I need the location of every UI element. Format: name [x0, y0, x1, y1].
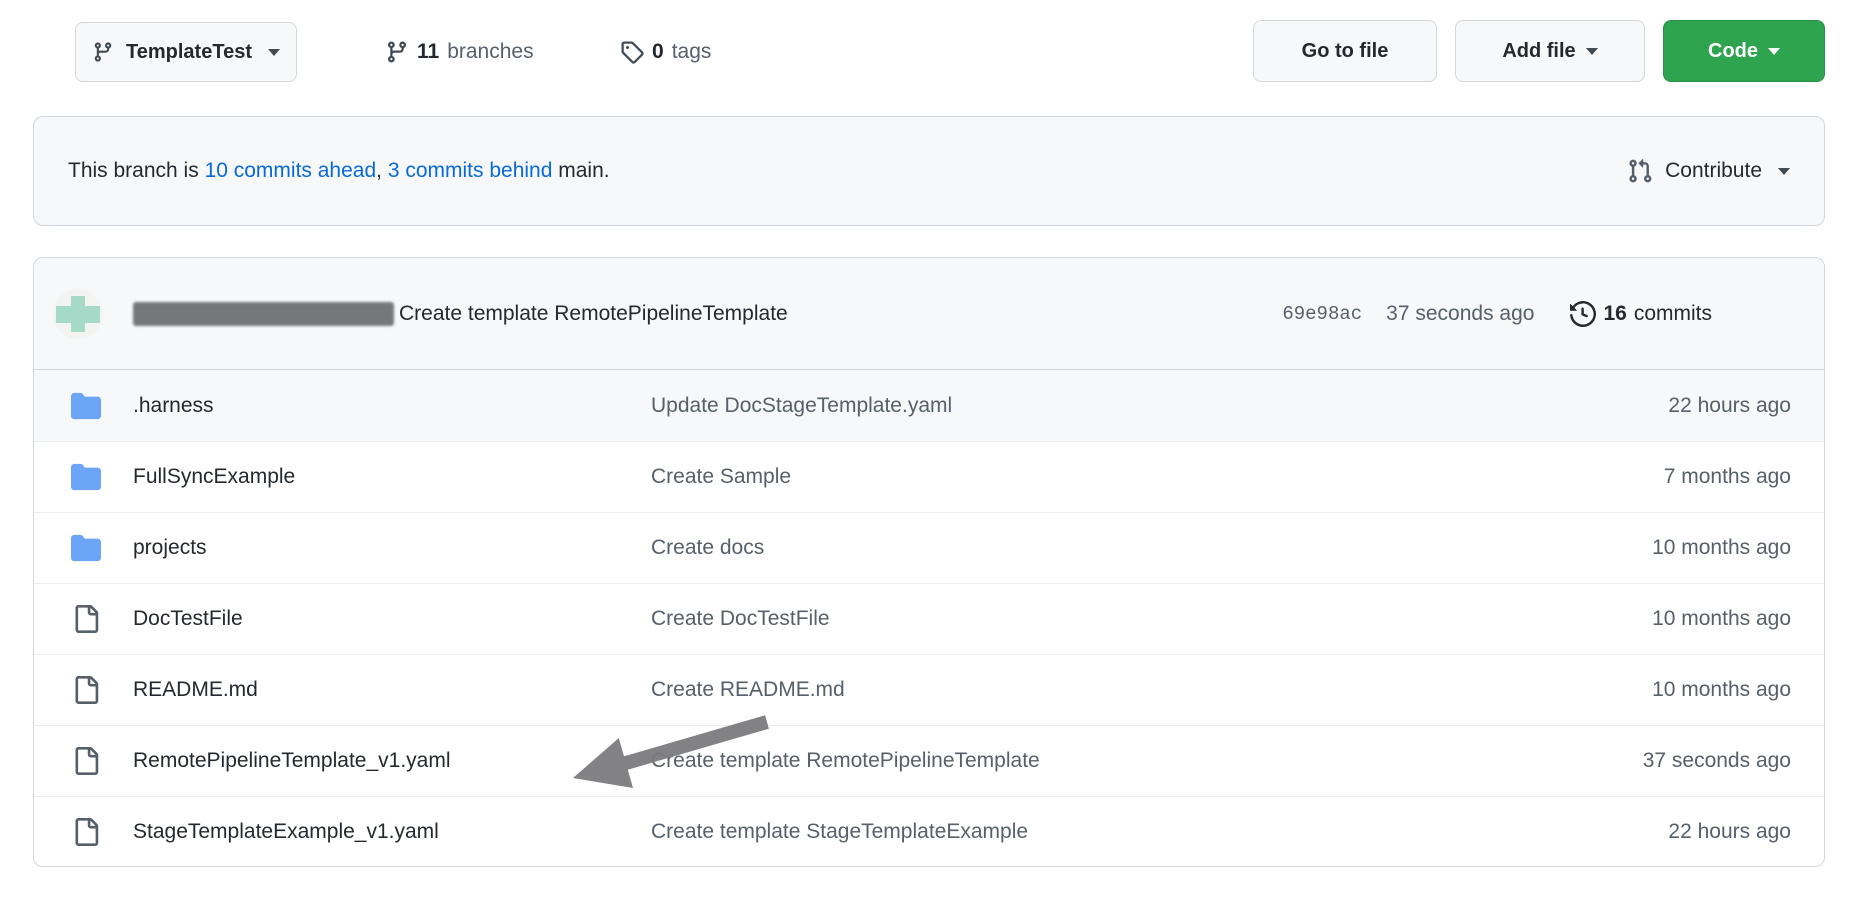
contribute-label: Contribute: [1665, 159, 1762, 183]
row-commit-message-link[interactable]: Create template RemotePipelineTemplate: [651, 749, 1040, 773]
git-pull-request-icon: [1627, 158, 1653, 184]
tags-link[interactable]: 0 tags: [620, 22, 711, 82]
branches-link[interactable]: 11 branches: [385, 22, 534, 82]
commits-ahead-link[interactable]: 10 commits ahead: [205, 159, 377, 182]
folder-icon: [71, 462, 101, 492]
row-commit-time-link[interactable]: 22 hours ago: [1668, 820, 1791, 844]
commit-count-label: commits: [1634, 302, 1712, 326]
chevron-down-icon: [1586, 48, 1598, 55]
tags-count: 0: [652, 40, 664, 64]
tags-label: tags: [672, 40, 712, 64]
branch-status-text: This branch is 10 commits ahead, 3 commi…: [68, 159, 610, 183]
table-row: .harness Update DocStageTemplate.yaml 22…: [34, 370, 1824, 441]
code-button[interactable]: Code: [1663, 20, 1825, 82]
repo-page: TemplateTest 11 branches 0 tags Go to fi…: [0, 0, 1860, 908]
file-name-link[interactable]: projects: [133, 536, 207, 560]
code-label: Code: [1708, 40, 1758, 63]
branch-selector-button[interactable]: TemplateTest: [75, 22, 297, 82]
row-commit-message-link[interactable]: Update DocStageTemplate.yaml: [651, 394, 952, 418]
branches-label: branches: [447, 40, 533, 64]
author-name-redaction: [133, 302, 394, 326]
table-row: projects Create docs 10 months ago: [34, 512, 1824, 583]
chevron-down-icon: [268, 49, 280, 56]
tag-icon: [620, 40, 644, 64]
latest-commit-header: Create template RemotePipelineTemplate 6…: [34, 258, 1824, 370]
file-name-link[interactable]: DocTestFile: [133, 607, 243, 631]
row-commit-time-link[interactable]: 10 months ago: [1652, 678, 1791, 702]
go-to-file-label: Go to file: [1302, 40, 1389, 63]
contribute-button[interactable]: Contribute: [1627, 158, 1790, 184]
row-commit-message-link[interactable]: Create template StageTemplateExample: [651, 820, 1028, 844]
file-icon: [72, 818, 100, 846]
row-commit-time-link[interactable]: 7 months ago: [1664, 465, 1791, 489]
row-commit-message-link[interactable]: Create README.md: [651, 678, 845, 702]
commit-history-link[interactable]: 16 commits: [1570, 301, 1712, 327]
row-commit-time-link[interactable]: 37 seconds ago: [1643, 749, 1791, 773]
latest-commit-message-link[interactable]: Create template RemotePipelineTemplate: [399, 302, 788, 326]
row-commit-message-link[interactable]: Create DocTestFile: [651, 607, 830, 631]
chevron-down-icon: [1778, 168, 1790, 175]
file-icon: [72, 747, 100, 775]
file-name-link[interactable]: README.md: [133, 678, 258, 702]
file-icon: [72, 605, 100, 633]
branch-status-banner: This branch is 10 commits ahead, 3 commi…: [33, 116, 1825, 226]
avatar[interactable]: [53, 289, 103, 339]
git-branch-icon: [92, 41, 114, 63]
table-row: FullSyncExample Create Sample 7 months a…: [34, 441, 1824, 512]
table-row: DocTestFile Create DocTestFile 10 months…: [34, 583, 1824, 654]
file-table-body: .harness Update DocStageTemplate.yaml 22…: [34, 370, 1824, 867]
add-file-label: Add file: [1502, 40, 1575, 63]
chevron-down-icon: [1768, 48, 1780, 55]
branch-selector-label: TemplateTest: [126, 41, 252, 64]
git-branch-icon: [385, 40, 409, 64]
folder-icon: [71, 391, 101, 421]
file-name-link[interactable]: FullSyncExample: [133, 465, 295, 489]
file-name-link[interactable]: StageTemplateExample_v1.yaml: [133, 820, 439, 844]
branch-status-suffix: main.: [552, 159, 609, 182]
file-name-link[interactable]: RemotePipelineTemplate_v1.yaml: [133, 749, 451, 773]
row-commit-time-link[interactable]: 10 months ago: [1652, 536, 1791, 560]
table-row: RemotePipelineTemplate_v1.yaml Create te…: [34, 725, 1824, 796]
branch-status-prefix: This branch is: [68, 159, 205, 182]
commit-count: 16: [1603, 302, 1626, 326]
avatar-pattern: [71, 296, 85, 332]
file-icon: [72, 676, 100, 704]
table-row: README.md Create README.md 10 months ago: [34, 654, 1824, 725]
row-commit-message-link[interactable]: Create Sample: [651, 465, 791, 489]
branch-status-separator: ,: [376, 159, 388, 182]
folder-icon: [71, 533, 101, 563]
commit-time: 37 seconds ago: [1386, 302, 1534, 326]
row-commit-time-link[interactable]: 10 months ago: [1652, 607, 1791, 631]
commits-behind-link[interactable]: 3 commits behind: [388, 159, 553, 182]
file-table-card: Create template RemotePipelineTemplate 6…: [33, 257, 1825, 867]
row-commit-message-link[interactable]: Create docs: [651, 536, 764, 560]
latest-commit-meta: 69e98ac 37 seconds ago 16 commits: [1282, 258, 1712, 369]
commit-hash: 69e98ac: [1282, 303, 1362, 325]
add-file-button[interactable]: Add file: [1455, 20, 1645, 82]
table-row: StageTemplateExample_v1.yaml Create temp…: [34, 796, 1824, 867]
file-name-link[interactable]: .harness: [133, 394, 214, 418]
row-commit-time-link[interactable]: 22 hours ago: [1668, 394, 1791, 418]
go-to-file-button[interactable]: Go to file: [1253, 20, 1437, 82]
history-icon: [1570, 301, 1596, 327]
branches-count: 11: [417, 40, 439, 64]
